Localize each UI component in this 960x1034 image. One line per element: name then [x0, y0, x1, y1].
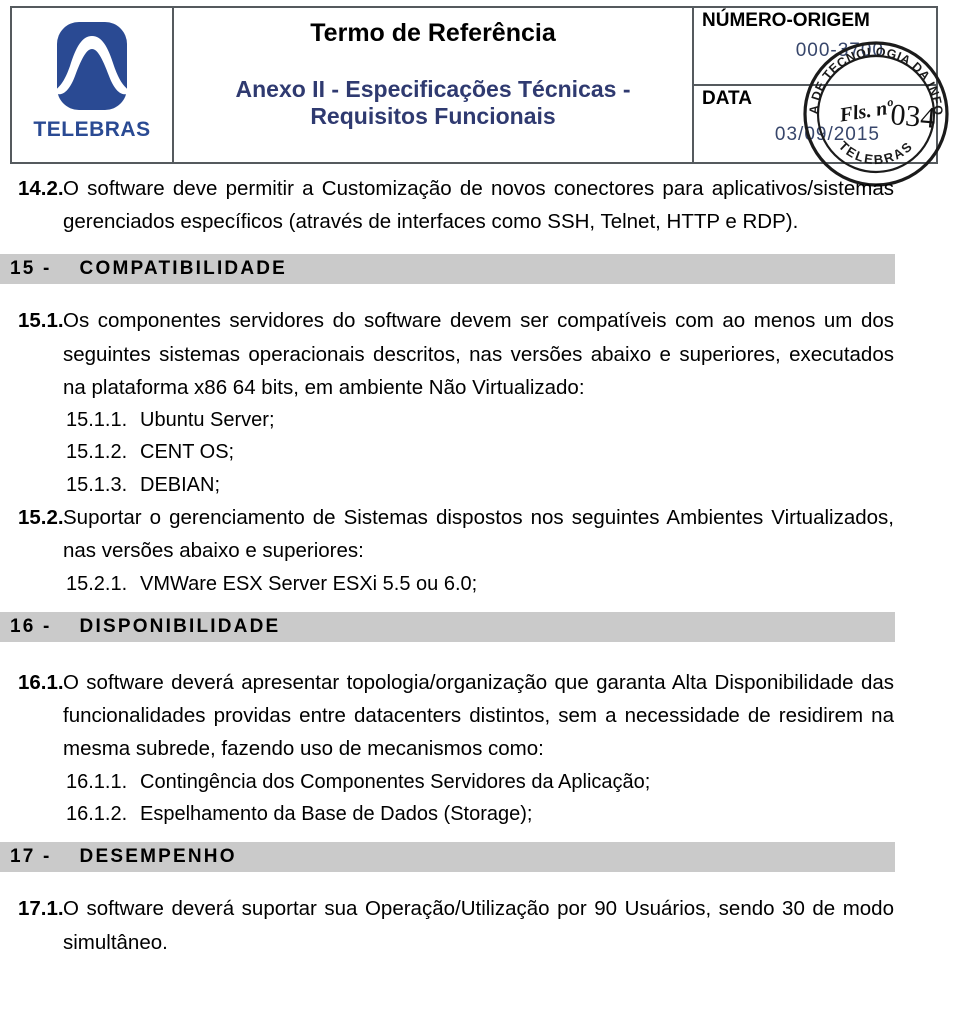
date-label: DATA	[702, 88, 752, 109]
clause-number: 15.1.2.	[66, 441, 128, 464]
clause-text: Os componentes servidores do software de…	[63, 309, 894, 399]
clause-15-1: 15.1. Os componentes servidores do softw…	[0, 304, 960, 404]
clause-text: Ubuntu Server;	[140, 409, 275, 432]
section-number: 15 -	[10, 258, 52, 280]
section-heading-16: 16 - DISPONIBILIDADE	[0, 611, 895, 642]
telebras-wordmark: TELEBRAS	[33, 118, 151, 141]
date-block: DATA 03/09/2015	[694, 86, 936, 162]
clause-number: 15.2.1.	[66, 572, 128, 595]
title-cell: Termo de Referência Anexo II - Especific…	[174, 8, 694, 162]
section-heading-15: 15 - COMPATIBILIDADE	[0, 254, 895, 285]
metadata-cell: NÚMERO-ORIGEM 000-3700 DATA 03/09/2015	[694, 8, 936, 162]
clause-number: 16.1.1.	[66, 770, 128, 793]
logo-cell: TELEBRAS	[12, 8, 174, 162]
clause-number: 16.1.	[18, 670, 64, 694]
section-number: 17 -	[10, 846, 52, 868]
clause-14-2: 14.2. O software deve permitir a Customi…	[0, 172, 960, 238]
clause-number: 17.1.	[18, 897, 64, 921]
section-number: 16 -	[10, 615, 52, 637]
section-heading-17: 17 - DESEMPENHO	[0, 842, 895, 873]
section-title: DISPONIBILIDADE	[79, 615, 281, 637]
section-title: COMPATIBILIDADE	[79, 258, 288, 280]
document-body: 14.2. O software deve permitir a Customi…	[0, 172, 960, 959]
clause-16-1: 16.1. O software deverá apresentar topol…	[0, 666, 960, 766]
clause-15-1-3: 15.1.3. DEBIAN;	[0, 469, 960, 501]
clause-text: Contingência dos Componentes Servidores …	[140, 770, 651, 793]
clause-number: 15.1.3.	[66, 473, 128, 496]
clause-15-1-2: 15.1.2. CENT OS;	[0, 436, 960, 468]
clause-17-1: 17.1. O software deverá suportar sua Ope…	[0, 892, 960, 958]
section-title: DESEMPENHO	[79, 846, 237, 868]
clause-16-1-2: 16.1.2. Espelhamento da Base de Dados (S…	[0, 798, 960, 830]
clause-text: Espelhamento da Base de Dados (Storage);	[140, 802, 533, 825]
document-title: Termo de Referência	[310, 19, 556, 47]
clause-15-2: 15.2. Suportar o gerenciamento de Sistem…	[0, 501, 960, 567]
clause-text: O software deve permitir a Customização …	[63, 177, 894, 234]
clause-text: O software deverá apresentar topologia/o…	[63, 670, 894, 761]
clause-number: 16.1.2.	[66, 802, 128, 825]
origin-number-value: 000-3700	[795, 39, 884, 61]
clause-number: 14.2.	[18, 177, 64, 200]
clause-text: Suportar o gerenciamento de Sistemas dis…	[63, 506, 894, 563]
clause-16-1-1: 16.1.1. Contingência dos Componentes Ser…	[0, 766, 960, 798]
origin-number-block: NÚMERO-ORIGEM 000-3700	[694, 8, 936, 86]
document-subtitle: Anexo II - Especificações Técnicas - Req…	[235, 75, 631, 129]
clause-15-2-1: 15.2.1. VMWare ESX Server ESXi 5.5 ou 6.…	[0, 568, 960, 600]
clause-text: O software deverá suportar sua Operação/…	[63, 897, 894, 954]
clause-text: DEBIAN;	[140, 473, 221, 496]
clause-text: CENT OS;	[140, 441, 235, 464]
clause-number: 15.1.1.	[66, 409, 128, 432]
date-value: 03/09/2015	[774, 123, 880, 145]
telebras-logo-icon	[39, 14, 145, 118]
document-header-table: TELEBRAS Termo de Referência Anexo II - …	[10, 6, 938, 164]
clause-15-1-1: 15.1.1. Ubuntu Server;	[0, 404, 960, 436]
clause-number: 15.2.	[18, 506, 64, 530]
clause-text: VMWare ESX Server ESXi 5.5 ou 6.0;	[140, 572, 478, 595]
clause-number: 15.1.	[18, 309, 64, 333]
origin-number-label: NÚMERO-ORIGEM	[702, 10, 870, 31]
